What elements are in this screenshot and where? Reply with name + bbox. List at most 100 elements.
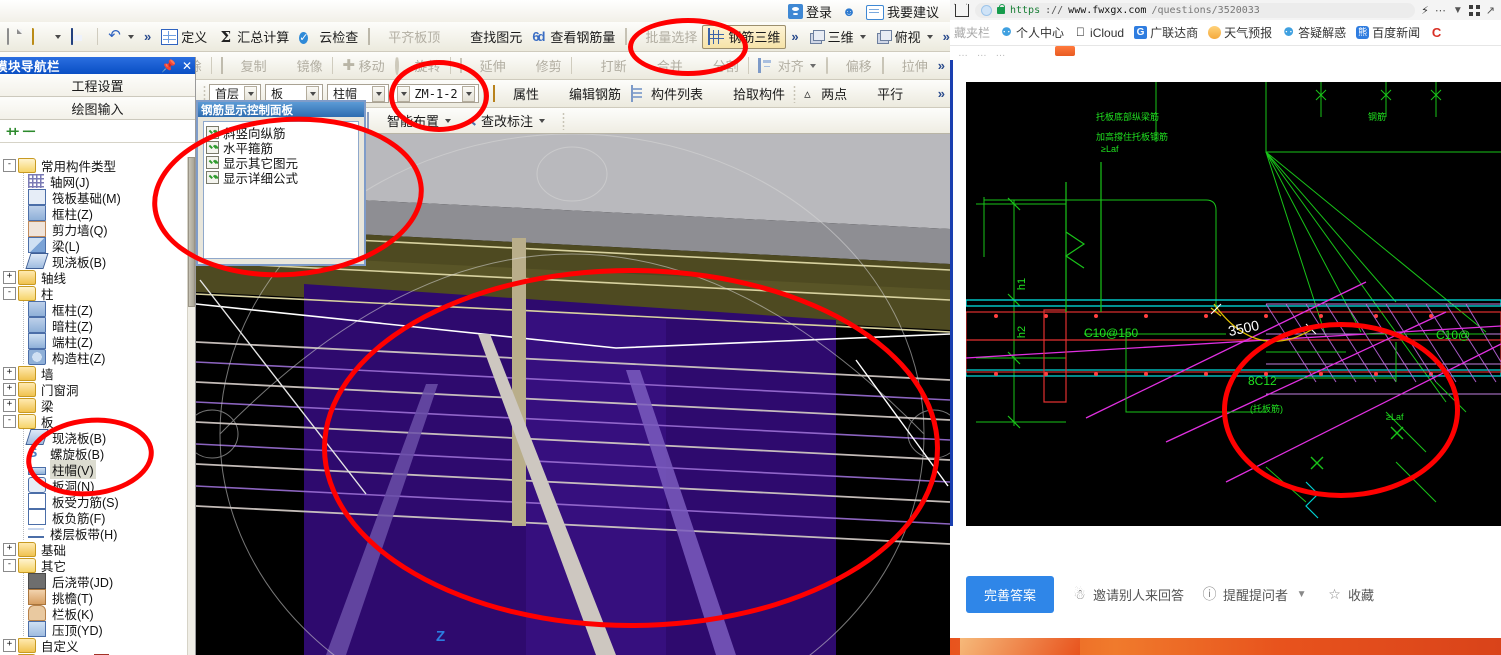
expand-icon[interactable]: +: [3, 270, 16, 284]
tree-item-6[interactable]: 现浇板(B): [0, 253, 188, 270]
rebar-3d-button[interactable]: 钢筋三维: [702, 24, 787, 49]
tree-item-7[interactable]: + 轴线: [0, 269, 188, 286]
add-icon[interactable]: ++: [6, 123, 19, 139]
tree-item-23[interactable]: 楼层板带(H): [0, 525, 188, 542]
expand-icon[interactable]: +: [3, 542, 16, 556]
view-rebar-qty-button[interactable]: 6d 查看钢筋量: [527, 26, 620, 48]
project-settings-button[interactable]: 工程设置: [0, 74, 195, 97]
chevron-down-icon[interactable]: [397, 85, 410, 102]
expand-icon[interactable]: +: [3, 382, 16, 396]
three-d-view-button[interactable]: 三维: [804, 26, 871, 48]
tree-scrollbar-thumb[interactable]: [188, 157, 195, 307]
view-toolbar-overflow[interactable]: »: [938, 29, 950, 44]
undo-button[interactable]: ↶: [102, 26, 139, 48]
bookmark-6[interactable]: C: [1430, 26, 1443, 39]
summary-calc-button[interactable]: Σ 汇总计算: [212, 26, 294, 48]
home-icon[interactable]: [955, 3, 969, 17]
page-info-icon[interactable]: [981, 4, 992, 16]
edit-toolbar-overflow[interactable]: »: [933, 58, 950, 73]
main-toolbar-overflow[interactable]: »: [786, 29, 803, 44]
tree-scrollbar[interactable]: [187, 157, 195, 655]
chevron-down-icon[interactable]: [926, 34, 933, 39]
copy-button[interactable]: 复制: [216, 55, 272, 77]
save-file-button[interactable]: [66, 26, 93, 48]
two-point-button[interactable]: ▵ 两点: [799, 83, 852, 105]
mirror-button[interactable]: 镜像: [272, 55, 328, 77]
edit-rebar-button[interactable]: 编辑钢筋: [544, 83, 626, 105]
checkbox-icon[interactable]: [206, 171, 219, 184]
apps-grid-icon[interactable]: [1468, 4, 1480, 16]
expand-icon[interactable]: +: [3, 366, 16, 380]
rotate-button[interactable]: 旋转: [390, 55, 446, 77]
pin-icon[interactable]: 📌: [161, 59, 176, 73]
share-icon[interactable]: ↗: [1486, 4, 1496, 17]
checkbox-icon[interactable]: [206, 156, 219, 169]
login-button[interactable]: 登录: [783, 0, 837, 22]
toolbar-drag-handle[interactable]: [562, 111, 566, 130]
split-button[interactable]: 分割: [688, 55, 744, 77]
tree-item-15[interactable]: + 梁: [0, 397, 188, 414]
smart-place-button[interactable]: 智能布置: [362, 110, 456, 132]
bookmark-1[interactable]: iCloud: [1074, 26, 1124, 40]
chevron-down-icon[interactable]: [859, 34, 866, 39]
tree-item-29[interactable]: 压顶(YD): [0, 621, 188, 638]
tree-item-0[interactable]: - 常用构件类型: [0, 157, 188, 174]
trim-button[interactable]: 修剪: [511, 55, 567, 77]
suggest-button[interactable]: 我要建议: [861, 0, 944, 22]
remove-icon[interactable]: −−: [22, 123, 35, 139]
chevron-down-icon[interactable]: [539, 118, 546, 123]
rebar-option-3[interactable]: 显示详细公式: [206, 170, 356, 186]
member-toolbar-overflow[interactable]: »: [933, 86, 950, 101]
find-element-button[interactable]: 查找图元: [445, 26, 527, 48]
define-button[interactable]: 定义: [156, 26, 212, 48]
checkbox-icon[interactable]: [206, 141, 219, 154]
tree-item-14[interactable]: + 门窗洞: [0, 381, 188, 398]
invite-answer-button[interactable]: ☃ 邀请别人来回答: [1072, 585, 1184, 604]
remind-asker-button[interactable]: ⓘ 提醒提问者 ▼: [1202, 585, 1309, 604]
drawing-input-button[interactable]: 绘图输入: [0, 97, 195, 120]
notifications-button[interactable]: ☻: [837, 0, 861, 22]
stretch-button[interactable]: 拉伸: [877, 55, 933, 77]
more-options-icon[interactable]: ⋯: [1435, 4, 1447, 17]
new-file-button[interactable]: [0, 26, 27, 48]
open-file-button[interactable]: [27, 26, 66, 48]
member-name-select[interactable]: ZM-1-2: [393, 84, 479, 103]
flatten-slab-top-button[interactable]: 平齐板顶: [363, 26, 445, 48]
break-button[interactable]: 打断: [576, 55, 632, 77]
favorite-button[interactable]: ☆ 收藏: [1327, 585, 1374, 604]
align-button[interactable]: 对齐: [753, 55, 821, 77]
member-list-button[interactable]: 构件列表: [626, 83, 708, 105]
toolbar-overflow-button[interactable]: »: [139, 29, 156, 44]
modify-annotation-button[interactable]: 查改标注: [456, 110, 550, 132]
collapse-icon[interactable]: -: [3, 158, 16, 172]
toolbar-drag-handle[interactable]: [793, 84, 797, 103]
component-tree[interactable]: - 常用构件类型 轴网(J) 筏板基础(M) 框柱(Z) 剪力墙(Q) 梁(L) 现浇板(B)…: [0, 157, 188, 655]
batch-select-button[interactable]: 批量选择: [620, 26, 702, 48]
offset-button[interactable]: 偏移: [821, 55, 877, 77]
chevron-down-icon[interactable]: ▼: [1294, 587, 1309, 602]
move-button[interactable]: ✚ 移动: [337, 55, 390, 77]
collapse-icon[interactable]: -: [3, 286, 16, 300]
chevron-down-icon[interactable]: [128, 34, 134, 39]
expand-icon[interactable]: +: [3, 398, 16, 412]
bookmark-5[interactable]: 熊百度新闻: [1356, 24, 1420, 41]
expand-icon[interactable]: +: [3, 638, 16, 652]
parallel-button[interactable]: 平行: [852, 83, 908, 105]
chevron-down-icon[interactable]: [809, 63, 816, 68]
cloud-check-button[interactable]: ✓ 云检查: [294, 26, 363, 48]
chevron-down-icon[interactable]: ▼: [1453, 5, 1463, 16]
chevron-down-icon[interactable]: [445, 118, 452, 123]
bookmark-4[interactable]: ⚉ 答疑解惑: [1282, 24, 1346, 41]
promo-banner[interactable]: [950, 638, 1501, 655]
close-icon[interactable]: ✕: [182, 59, 192, 73]
tree-item-24[interactable]: + 基础: [0, 541, 188, 558]
bookmark-3[interactable]: 天气预报: [1208, 24, 1272, 41]
collapse-icon[interactable]: -: [3, 558, 16, 572]
improve-answer-button[interactable]: 完善答案: [966, 576, 1055, 613]
merge-button[interactable]: 合并: [632, 55, 688, 77]
bookmark-0[interactable]: ⚉ 个人中心: [1000, 24, 1064, 41]
properties-button[interactable]: 属性: [488, 83, 544, 105]
top-view-button[interactable]: 俯视: [871, 26, 938, 48]
tree-item-12[interactable]: 构造柱(Z): [0, 349, 188, 366]
chevron-down-icon[interactable]: [462, 85, 475, 102]
